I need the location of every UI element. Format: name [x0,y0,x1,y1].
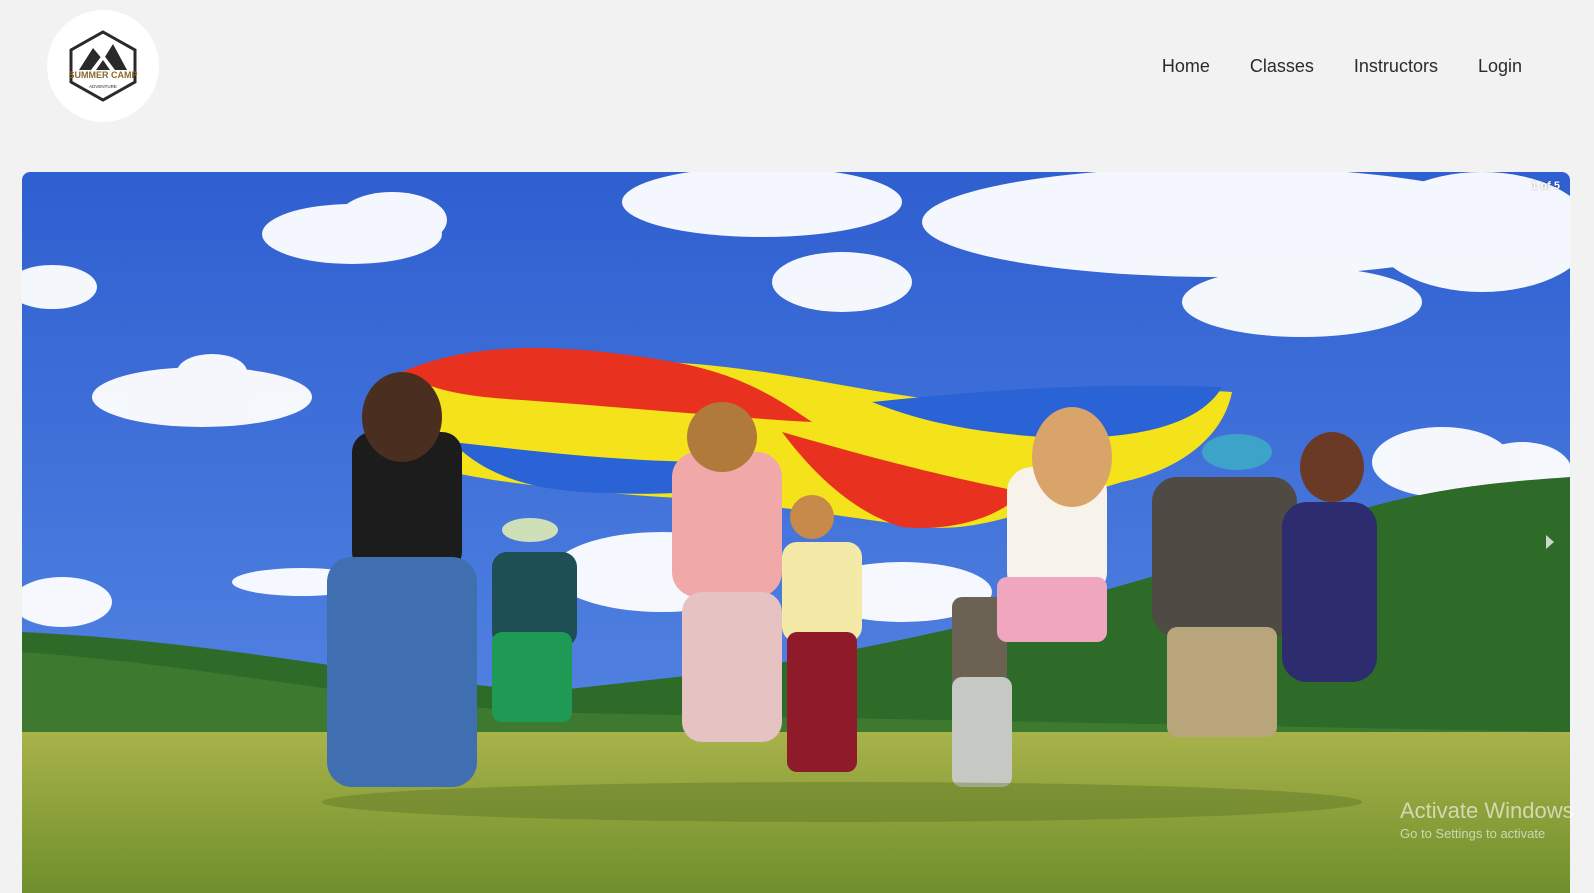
nav-login-link[interactable]: Login [1478,52,1522,80]
nav-home-link[interactable]: Home [1162,52,1210,80]
next-slide-button[interactable] [1538,527,1562,557]
logo-title: SUMMER CAMP [69,70,138,80]
nav-instructors-link[interactable]: Instructors [1354,52,1438,80]
nav-classes-link[interactable]: Classes [1250,52,1314,80]
slide-counter: 1 of 5 [1531,180,1560,192]
chevron-right-icon [1546,535,1554,549]
tent-mountain-icon: SUMMER CAMP ADVENTURE [69,30,138,102]
logo-subtitle: ADVENTURE [89,84,117,89]
hero-carousel[interactable]: 1 of 5 [22,172,1570,893]
carousel-slide [22,172,1570,893]
navbar: SUMMER CAMP ADVENTURE Home Classes Instr… [0,0,1594,140]
main-nav: Home Classes Instructors Login [1162,52,1522,80]
children-with-parachute-photo [22,172,1570,893]
summer-camp-logo[interactable]: SUMMER CAMP ADVENTURE [47,10,159,122]
